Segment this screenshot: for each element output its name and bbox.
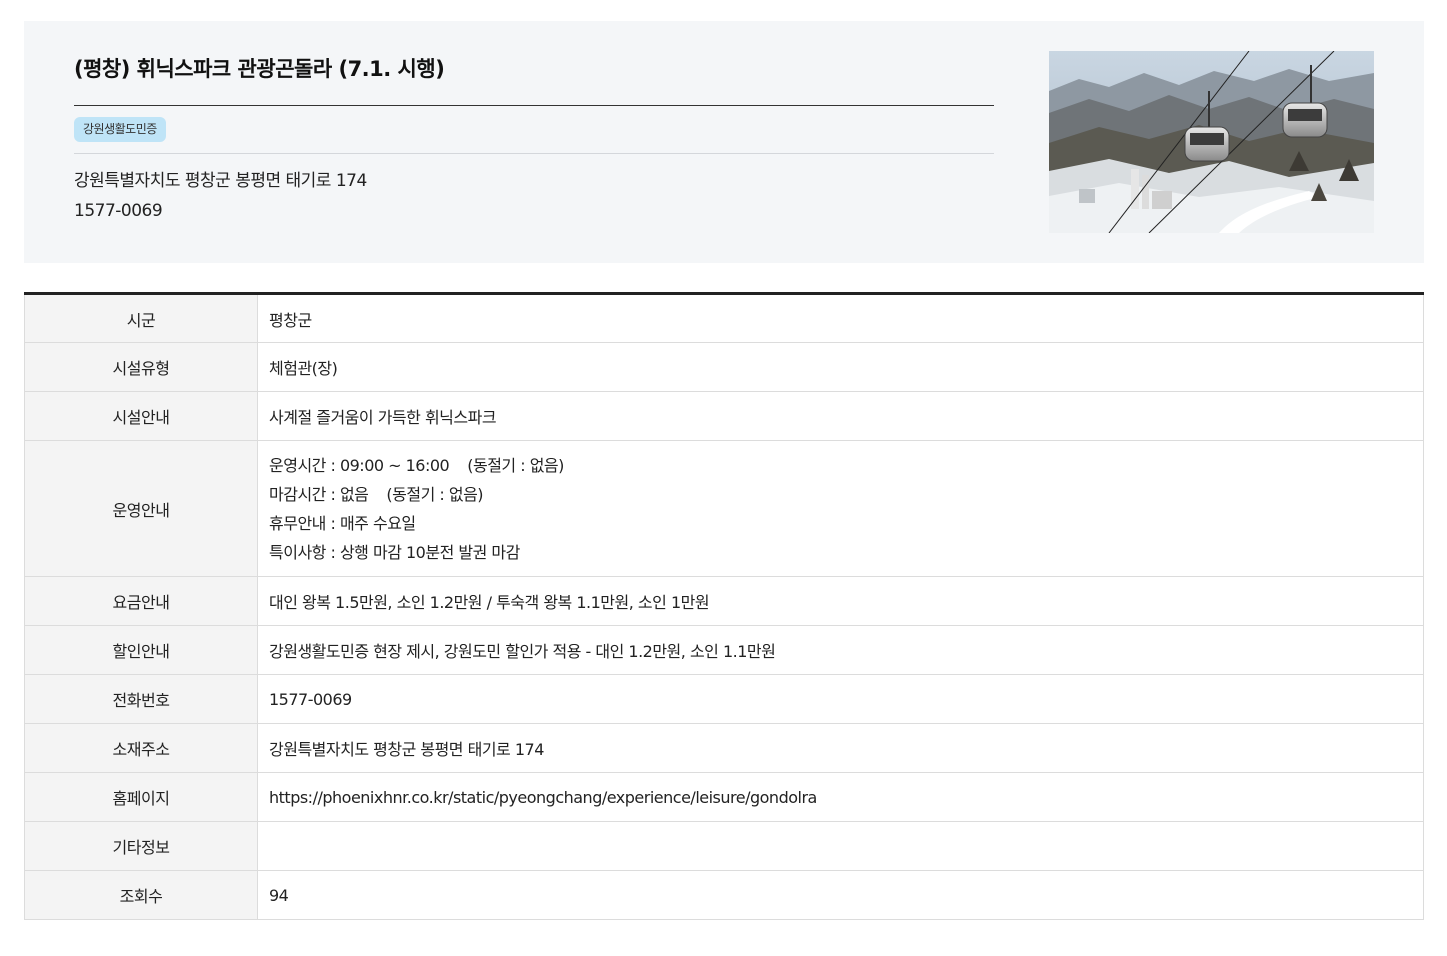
row-label-address: 소재주소: [24, 723, 258, 773]
row-label-fee: 요금안내: [24, 576, 258, 626]
row-label-region: 시군: [24, 293, 258, 343]
row-value-operation: 운영시간 : 09:00 ~ 16:00 (동절기 : 없음) 마감시간 : 없음…: [257, 440, 1424, 577]
table-row: 시군 평창군: [24, 293, 1424, 343]
row-value-facility-info: 사계절 즐거움이 가득한 휘닉스파크: [257, 391, 1424, 441]
facility-details-table: 시군 평창군 시설유형 체험관(장) 시설안내 사계절 즐거움이 가득한 휘닉스…: [24, 292, 1424, 920]
row-label-operation: 운영안내: [24, 440, 258, 577]
table-row: 시설유형 체험관(장): [24, 342, 1424, 392]
facility-summary: (평창) 휘닉스파크 관광곤돌라 (7.1. 시행) 강원생활도민증 강원특별자…: [24, 21, 1424, 263]
facility-phone: 1577-0069: [74, 201, 163, 221]
facility-photo: [1049, 51, 1374, 233]
row-value-facility-type: 체험관(장): [257, 342, 1424, 392]
facility-address: 강원특별자치도 평창군 봉평면 태기로 174: [74, 171, 367, 191]
row-label-homepage: 홈페이지: [24, 772, 258, 822]
row-value-homepage[interactable]: https://phoenixhnr.co.kr/static/pyeongch…: [257, 772, 1424, 822]
table-row: 할인안내 강원생활도민증 현장 제시, 강원도민 할인가 적용 - 대인 1.2…: [24, 625, 1424, 675]
row-label-phone: 전화번호: [24, 674, 258, 724]
row-value-region: 평창군: [257, 293, 1424, 343]
row-value-views: 94: [257, 870, 1424, 920]
row-label-facility-type: 시설유형: [24, 342, 258, 392]
table-row: 기타정보: [24, 821, 1424, 871]
table-row: 조회수 94: [24, 870, 1424, 920]
operation-hours: 운영시간 : 09:00 ~ 16:00: [269, 455, 450, 475]
row-value-discount: 강원생활도민증 현장 제시, 강원도민 할인가 적용 - 대인 1.2만원, 소…: [257, 625, 1424, 675]
badge-divider: [74, 153, 994, 154]
table-row: 운영안내 운영시간 : 09:00 ~ 16:00 (동절기 : 없음) 마감시간…: [24, 440, 1424, 577]
table-row: 홈페이지 https://phoenixhnr.co.kr/static/pye…: [24, 772, 1424, 822]
title-divider: [74, 105, 994, 106]
table-row: 전화번호 1577-0069: [24, 674, 1424, 724]
category-badge: 강원생활도민증: [74, 117, 166, 142]
row-label-etc: 기타정보: [24, 821, 258, 871]
operation-hours-winter: (동절기 : 없음): [467, 455, 564, 475]
operation-hours-line: 운영시간 : 09:00 ~ 16:00 (동절기 : 없음): [269, 451, 1423, 480]
closing-time-line: 마감시간 : 없음 (동절기 : 없음): [269, 480, 1423, 509]
row-label-facility-info: 시설안내: [24, 391, 258, 441]
row-value-fee: 대인 왕복 1.5만원, 소인 1.2만원 / 투숙객 왕복 1.1만원, 소인…: [257, 576, 1424, 626]
row-label-views: 조회수: [24, 870, 258, 920]
table-row: 시설안내 사계절 즐거움이 가득한 휘닉스파크: [24, 391, 1424, 441]
closing-time: 마감시간 : 없음: [269, 484, 369, 504]
row-value-phone: 1577-0069: [257, 674, 1424, 724]
row-value-etc: [257, 821, 1424, 871]
page-title: (평창) 휘닉스파크 관광곤돌라 (7.1. 시행): [74, 57, 445, 81]
closing-time-winter: (동절기 : 없음): [386, 484, 484, 504]
holiday-info: 휴무안내 : 매주 수요일: [269, 513, 416, 533]
row-label-discount: 할인안내: [24, 625, 258, 675]
table-row: 요금안내 대인 왕복 1.5만원, 소인 1.2만원 / 투숙객 왕복 1.1만…: [24, 576, 1424, 626]
table-row: 소재주소 강원특별자치도 평창군 봉평면 태기로 174: [24, 723, 1424, 773]
row-value-address: 강원특별자치도 평창군 봉평면 태기로 174: [257, 723, 1424, 773]
special-notes: 특이사항 : 상행 마감 10분전 발권 마감: [269, 542, 520, 562]
